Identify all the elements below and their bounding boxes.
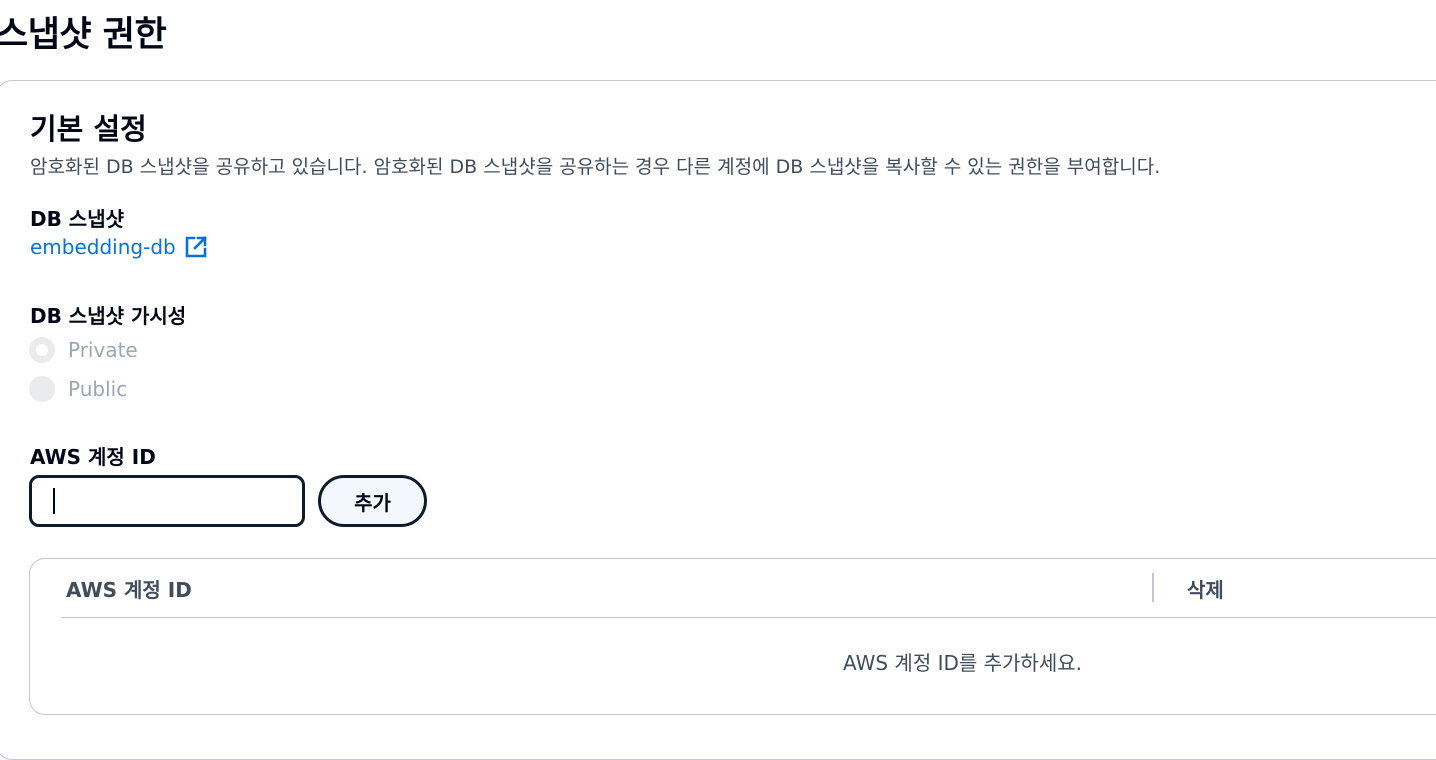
snapshot-link[interactable]: embedding-db [30, 235, 208, 259]
section-title: 기본 설정 [30, 112, 147, 146]
add-account-button[interactable]: 추가 [318, 475, 427, 527]
radio-public-circle[interactable] [29, 376, 55, 402]
radio-private-circle[interactable] [29, 337, 55, 363]
radio-public[interactable]: Public [29, 376, 127, 402]
table-header-divider [61, 617, 1436, 618]
radio-public-label: Public [68, 377, 128, 401]
column-header-delete: 삭제 [1187, 578, 1224, 602]
section-description: 암호화된 DB 스냅샷을 공유하고 있습니다. 암호화된 DB 스냅샷을 공유하… [30, 156, 1161, 178]
account-table [29, 558, 1436, 715]
snapshot-link-text: embedding-db [30, 235, 176, 259]
table-empty-message: AWS 계정 ID를 추가하세요. [843, 651, 1082, 675]
account-id-label: AWS 계정 ID [30, 445, 156, 469]
column-divider[interactable] [1152, 573, 1154, 602]
external-link-icon [185, 236, 207, 258]
page-title: 스냅샷 권한 [0, 15, 167, 55]
snapshot-label: DB 스냅샷 [30, 207, 125, 231]
radio-private-label: Private [68, 338, 138, 362]
text-caret [53, 488, 55, 514]
account-id-input[interactable] [29, 475, 305, 527]
radio-private[interactable]: Private [29, 337, 138, 363]
column-header-account-id: AWS 계정 ID [66, 578, 192, 602]
visibility-label: DB 스냅샷 가시성 [30, 304, 187, 328]
